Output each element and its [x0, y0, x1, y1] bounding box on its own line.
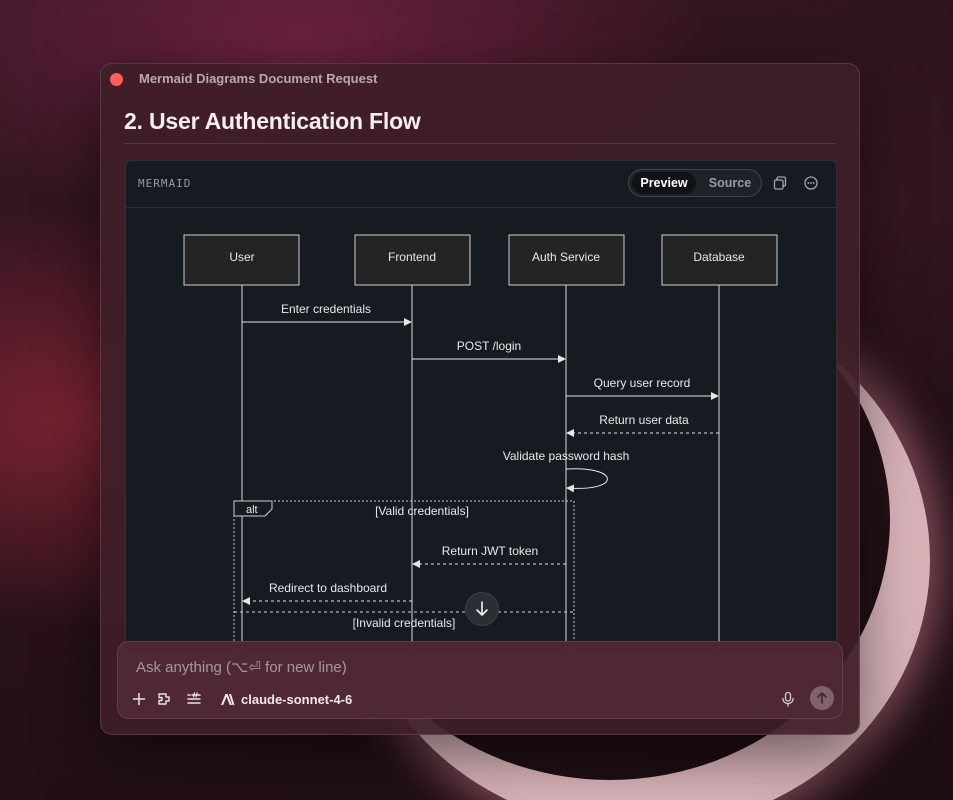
prompt-input[interactable]: [134, 654, 738, 680]
alt-branch-label: [Invalid credentials]: [353, 616, 456, 630]
microphone-icon[interactable]: [779, 690, 797, 708]
sequence-diagram: User Frontend Auth Service Database Ente…: [183, 234, 778, 651]
participant-label-auth-service: Auth Service: [532, 250, 600, 264]
source-tab[interactable]: Source: [699, 172, 761, 194]
message-label: Validate password hash: [503, 449, 630, 463]
section-heading: 2. User Authentication Flow: [124, 108, 421, 134]
alt-branch-label: [Valid credentials]: [375, 504, 469, 518]
title-bar: Mermaid Diagrams Document Request: [101, 64, 859, 94]
code-language-label: MERMAID: [138, 177, 192, 190]
window-title: Mermaid Diagrams Document Request: [139, 71, 378, 86]
participant-label-user: User: [229, 250, 254, 264]
participant-label-database: Database: [693, 250, 745, 264]
alt-block-label: alt: [246, 504, 258, 516]
arrow-up-icon: [817, 692, 827, 704]
model-name: claude-sonnet-4-6: [241, 691, 353, 707]
more-icon[interactable]: [803, 175, 819, 191]
message-label: Return user data: [599, 413, 689, 427]
copy-icon[interactable]: [772, 175, 788, 191]
message-label: Query user record: [594, 376, 691, 390]
mermaid-code-block: MERMAID Preview Source User Frontend Aut…: [125, 160, 837, 652]
send-button[interactable]: [810, 686, 834, 710]
plus-icon[interactable]: [130, 690, 148, 708]
plugin-icon[interactable]: [156, 690, 174, 708]
message-label: Redirect to dashboard: [269, 581, 387, 595]
anthropic-logo-icon: [221, 693, 235, 705]
scroll-down-button[interactable]: [465, 592, 499, 626]
tools-icon[interactable]: [185, 690, 203, 708]
self-message-arrow: [565, 468, 608, 493]
message-label: Return JWT token: [442, 544, 538, 558]
participant-label-frontend: Frontend: [388, 250, 436, 264]
message-composer: claude-sonnet-4-6: [117, 641, 843, 719]
message-label: POST /login: [457, 339, 521, 353]
close-button[interactable]: [110, 73, 123, 86]
model-selector[interactable]: claude-sonnet-4-6: [220, 688, 352, 710]
heading-divider: [124, 143, 836, 144]
message-label: Enter credentials: [281, 302, 371, 316]
app-window: Mermaid Diagrams Document Request 2. Use…: [100, 63, 860, 735]
arrow-down-icon: [476, 601, 488, 616]
view-toggle: Preview Source: [628, 169, 762, 197]
code-block-header: MERMAID Preview Source: [126, 161, 836, 208]
preview-tab[interactable]: Preview: [632, 172, 696, 194]
